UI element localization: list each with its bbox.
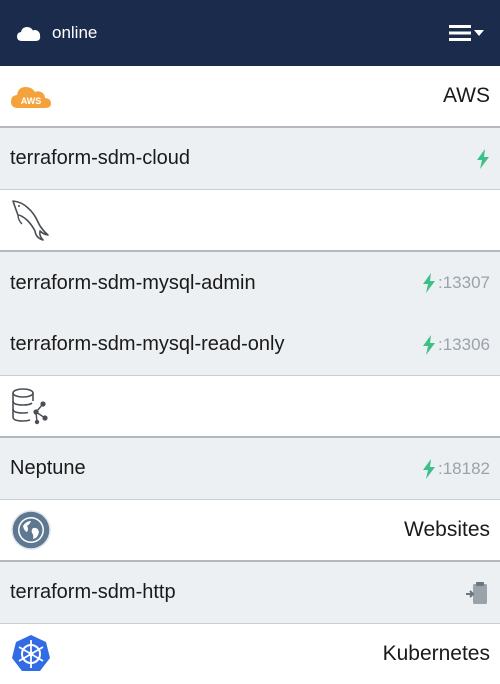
bolt-icon[interactable] — [476, 148, 490, 169]
cloud-icon — [16, 24, 42, 42]
port-label: :13306 — [438, 334, 490, 354]
resource-row[interactable]: terraform-sdm-mysql-admin :13307 — [0, 252, 500, 314]
resource-row[interactable]: terraform-sdm-cloud — [0, 128, 500, 190]
aws-cloud-icon: AWS — [10, 83, 52, 109]
kubernetes-helm-icon — [10, 633, 52, 675]
group-header-neptune — [0, 376, 500, 438]
resource-label: terraform-sdm-mysql-admin — [10, 271, 256, 294]
group-title-kubernetes: Kubernetes — [382, 642, 490, 665]
caret-down-icon — [474, 29, 484, 37]
resource-row[interactable]: terraform-sdm-http — [0, 562, 500, 624]
bolt-icon[interactable] — [422, 458, 436, 479]
mysql-dolphin-icon — [10, 198, 52, 242]
hamburger-menu-icon — [449, 24, 471, 42]
resource-row[interactable]: Neptune :18182 — [0, 438, 500, 500]
port-label: :18182 — [438, 458, 490, 478]
group-title-aws: AWS — [442, 84, 490, 107]
resource-label: terraform-sdm-cloud — [10, 147, 191, 169]
top-bar: online — [0, 0, 500, 66]
port-label: :13307 — [438, 273, 490, 292]
group-header-aws: AWS AWS — [0, 66, 500, 128]
resource-label: terraform-sdm-mysql-read-only — [10, 333, 285, 355]
status-text: online — [52, 23, 98, 42]
graph-database-icon — [10, 387, 50, 425]
resource-label: Neptune — [10, 457, 86, 479]
resource-label: terraform-sdm-http — [10, 581, 176, 603]
clipboard-copy-icon[interactable] — [464, 580, 490, 606]
group-title-websites: Websites — [404, 518, 490, 541]
group-header-websites: Websites — [0, 500, 500, 562]
main-menu-button[interactable] — [449, 24, 484, 42]
bolt-icon[interactable] — [422, 273, 436, 293]
globe-icon — [10, 509, 52, 551]
resource-row[interactable]: terraform-sdm-mysql-read-only :13306 — [0, 314, 500, 376]
group-header-mysql — [0, 190, 500, 252]
svg-text:AWS: AWS — [21, 96, 42, 106]
connection-status: online — [16, 23, 97, 43]
group-header-kubernetes: Kubernetes — [0, 624, 500, 684]
bolt-icon[interactable] — [422, 334, 436, 355]
